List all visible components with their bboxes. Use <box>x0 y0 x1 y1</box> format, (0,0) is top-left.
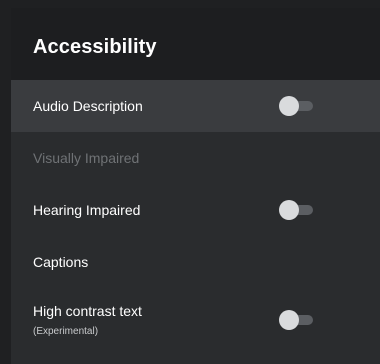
toggle-knob <box>279 200 299 220</box>
setting-label: High contrast text <box>33 303 142 319</box>
toggle-knob <box>279 310 299 330</box>
setting-row-visually-impaired: Visually Impaired <box>11 132 380 184</box>
hearing-impaired-toggle[interactable] <box>279 200 313 220</box>
setting-row-audio-description[interactable]: Audio Description <box>11 80 380 132</box>
setting-sublabel: (Experimental) <box>33 326 99 337</box>
setting-label: Audio Description <box>33 98 143 114</box>
accessibility-panel: Accessibility Audio Description Visually… <box>11 8 380 364</box>
setting-row-high-contrast-text[interactable]: High contrast text (Experimental) <box>11 288 380 358</box>
screen: Accessibility Audio Description Visually… <box>0 0 380 364</box>
audio-description-toggle[interactable] <box>279 96 313 116</box>
high-contrast-text-toggle[interactable] <box>279 310 313 330</box>
page-title: Accessibility <box>33 36 157 58</box>
panel-header: Accessibility <box>11 8 380 80</box>
setting-row-hearing-impaired[interactable]: Hearing Impaired <box>11 184 380 236</box>
setting-label: Hearing Impaired <box>33 202 141 218</box>
toggle-knob <box>279 96 299 116</box>
setting-label: Captions <box>33 254 89 270</box>
setting-row-captions[interactable]: Captions <box>11 236 380 288</box>
setting-label: Visually Impaired <box>33 150 140 166</box>
